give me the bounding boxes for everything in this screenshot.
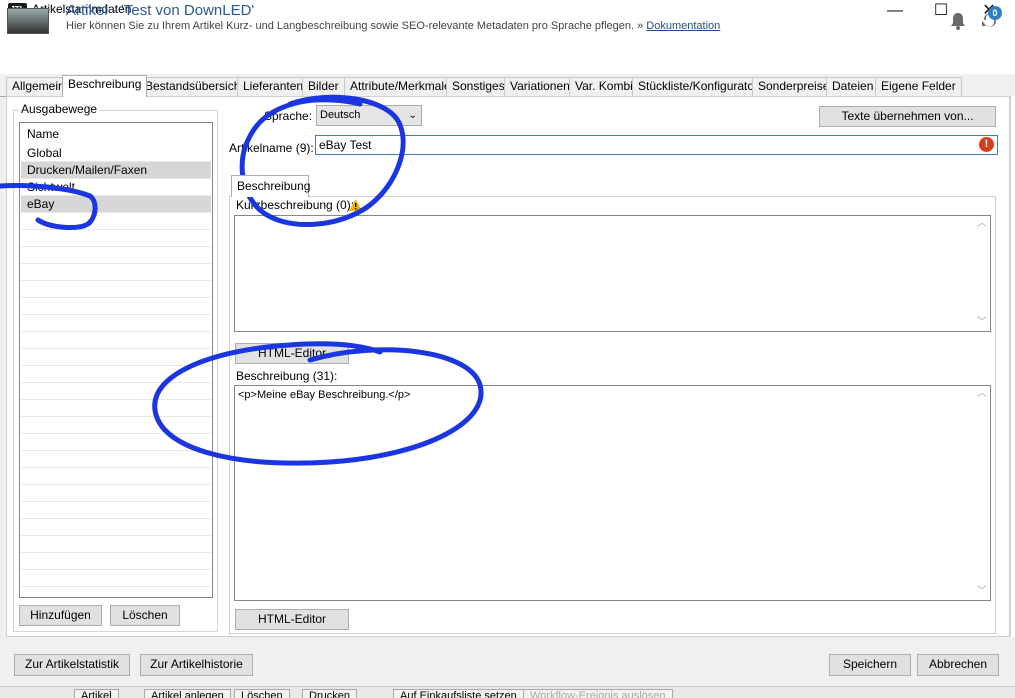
list-item (21, 281, 211, 298)
copy-texts-button[interactable]: Texte übernehmen von... (819, 106, 996, 127)
tab-beschreibung[interactable]: Beschreibung (62, 75, 148, 97)
list-item-global[interactable]: Global (21, 145, 211, 162)
artikelstatistik-button[interactable]: Zur Artikelstatistik (14, 654, 130, 676)
chevron-down-icon: ⌄ (408, 110, 417, 121)
list-item (21, 264, 211, 281)
list-item (21, 553, 211, 570)
artikelhistorie-button[interactable]: Zur Artikelhistorie (140, 654, 253, 676)
beschreibung-label: Beschreibung (31): (236, 369, 338, 383)
error-icon: ! (979, 137, 994, 152)
toolbar-artikel-anlegen[interactable]: Artikel anlegen (144, 689, 231, 698)
tab-strip: Allgemein Beschreibung Bestandsübersicht… (0, 75, 1010, 97)
save-button[interactable]: Speichern (829, 654, 911, 676)
list-item (21, 417, 211, 434)
beschreibung-textarea[interactable]: <p>Meine eBay Beschreibung.</p> ︿ ﹀ (234, 385, 991, 601)
list-item (21, 315, 211, 332)
beschreibung-text: <p>Meine eBay Beschreibung.</p> (238, 389, 411, 401)
list-header-name[interactable]: Name (21, 126, 211, 143)
article-image-icon (7, 8, 49, 34)
tab-sonderpreise[interactable]: Sonderpreise (752, 77, 836, 96)
tab-sonstiges[interactable]: Sonstiges (446, 77, 511, 96)
tab-dateien[interactable]: Dateien (826, 77, 880, 96)
page-title: Artikel - 'Test von DownLED' (66, 2, 255, 19)
sprache-select[interactable]: Deutsch ⌄ (316, 105, 422, 126)
list-item (21, 366, 211, 383)
ausgabewege-label: Ausgabewege (19, 102, 100, 116)
list-item (21, 247, 211, 264)
list-item (21, 485, 211, 502)
tab-stueckliste-konfigurator[interactable]: Stückliste/Konfigurator (632, 77, 765, 96)
kurzbeschreibung-textarea[interactable]: ︿ ﹀ (234, 215, 991, 332)
scrollbar[interactable]: ︿ ﹀ (974, 216, 990, 331)
list-item (21, 519, 211, 536)
kurzbeschreibung-label: Kurzbeschreibung (0): (236, 198, 355, 212)
list-item (21, 536, 211, 553)
list-item (21, 502, 211, 519)
list-item (21, 213, 211, 230)
scroll-up-icon[interactable]: ︿ (974, 386, 990, 402)
list-item-ebay[interactable]: eBay (21, 196, 211, 213)
list-item (21, 230, 211, 247)
list-item (21, 400, 211, 417)
list-item (21, 298, 211, 315)
add-ausgabeweg-button[interactable]: Hinzufügen (19, 605, 102, 626)
sprache-label: Sprache: (264, 109, 313, 123)
tab-bestandsuebersicht[interactable]: Bestandsübersicht (139, 77, 250, 96)
list-item (21, 332, 211, 349)
minimize-button[interactable]: — (872, 0, 918, 30)
page-description: Hier können Sie zu Ihrem Artikel Kurz- u… (66, 20, 720, 32)
scroll-down-icon[interactable]: ﹀ (974, 315, 990, 331)
toolbar-loeschen[interactable]: Löschen (234, 689, 290, 698)
toolbar-workflow: Workflow-Ereignis auslösen (523, 689, 673, 698)
tab-attribute-merkmale[interactable]: Attribute/Merkmale (344, 77, 457, 96)
list-item (21, 451, 211, 468)
list-item (21, 434, 211, 451)
list-item-drucken-mailen-faxen[interactable]: Drucken/Mailen/Faxen (21, 162, 211, 179)
toolbar-artikel[interactable]: Artikel (74, 689, 119, 698)
toolbar-einkaufsliste[interactable]: Auf Einkaufsliste setzen (393, 689, 524, 698)
sprache-value: Deutsch (320, 109, 361, 121)
notification-badge: 0 (988, 6, 1002, 20)
list-item (21, 570, 211, 587)
tab-bilder[interactable]: Bilder (302, 77, 345, 96)
bell-icon[interactable] (950, 12, 966, 30)
tab-inner-beschreibung[interactable]: Beschreibung (231, 175, 310, 197)
page-header (0, 30, 1015, 74)
html-editor-button-short[interactable]: HTML-Editor (235, 343, 349, 364)
scroll-down-icon[interactable]: ﹀ (974, 584, 990, 600)
tab-variationen[interactable]: Variationen (504, 77, 576, 96)
list-item (21, 349, 211, 366)
scrollbar[interactable]: ︿ ﹀ (974, 386, 990, 600)
cancel-button[interactable]: Abbrechen (917, 654, 999, 676)
background-toolbar: Artikel Artikel anlegen Löschen Drucken … (0, 686, 1015, 698)
documentation-link[interactable]: Dokumentation (646, 20, 720, 32)
list-item (21, 468, 211, 485)
tab-eigene-felder[interactable]: Eigene Felder (875, 77, 962, 96)
scroll-up-icon[interactable]: ︿ (974, 216, 990, 232)
toolbar-drucken[interactable]: Drucken (302, 689, 357, 698)
tab-lieferanten[interactable]: Lieferanten (237, 77, 310, 96)
description-text: Hier können Sie zu Ihrem Artikel Kurz- u… (66, 20, 644, 32)
list-item (21, 383, 211, 400)
warning-icon (349, 199, 362, 211)
html-editor-button-long[interactable]: HTML-Editor (235, 609, 349, 630)
window-edge (1010, 96, 1015, 637)
list-item-sichtwelt[interactable]: Sichtwelt (21, 179, 211, 196)
ausgabewege-list[interactable]: Name Global Drucken/Mailen/Faxen Sichtwe… (19, 122, 213, 598)
tab-allgemein[interactable]: Allgemein (6, 77, 71, 96)
artikelname-label: Artikelname (9): (229, 141, 314, 155)
tab-var-kombi[interactable]: Var. Kombi (569, 77, 639, 96)
delete-ausgabeweg-button[interactable]: Löschen (110, 605, 180, 626)
artikelname-input[interactable]: eBay Test (315, 135, 998, 155)
